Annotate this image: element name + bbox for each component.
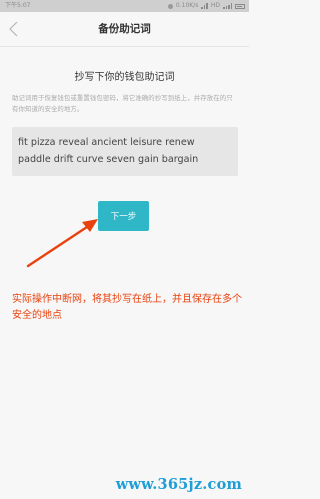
page-title: 备份助记词	[98, 23, 151, 35]
battery-icon	[235, 3, 245, 9]
mnemonic-line: fit pizza reveal ancient leisure renew	[18, 137, 195, 148]
annotation-note: 实际操作中断网，将其抄写在纸上，并且保存在多个安全的地点	[12, 294, 242, 321]
site-watermark: www.365jz.com	[115, 476, 242, 493]
network-speed: 0.10K/s	[175, 2, 199, 9]
section-heading: 抄写下你的钱包助记词	[74, 72, 175, 83]
carrier-label: HD	[210, 2, 220, 9]
status-time: 下午5:07	[5, 2, 31, 9]
wifi-icon	[201, 3, 208, 9]
alarm-icon	[167, 3, 173, 9]
mnemonic-line: paddle drift curve seven gain bargain	[18, 154, 199, 165]
annotation-arrow-icon	[26, 219, 98, 268]
next-step-button[interactable]: 下一步	[98, 201, 149, 231]
mnemonic-phrase-box: fit pizza reveal ancient leisure renew p…	[12, 127, 238, 176]
navigation-bar: 备份助记词	[0, 12, 249, 47]
signal-icon	[223, 3, 232, 9]
status-bar: 下午5:07 0.10K/s HD	[0, 0, 249, 12]
status-indicators: 0.10K/s HD	[167, 0, 245, 12]
mnemonic-description: 助记词用于恢复钱包或重置钱包密码，将它准确的抄写到纸上，并存放在的只有你知道的安…	[12, 94, 233, 113]
